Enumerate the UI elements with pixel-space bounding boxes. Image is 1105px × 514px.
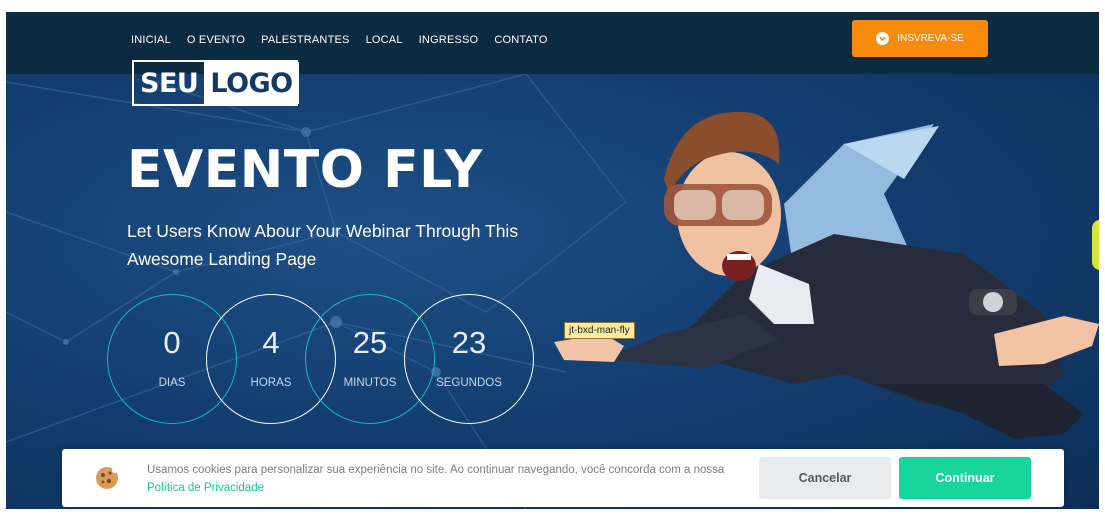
privacy-policy-link[interactable]: Política de Privacidade — [147, 482, 264, 494]
cookie-message-text: Usamos cookies para personalizar sua exp… — [147, 464, 725, 476]
cookie-message: Usamos cookies para personalizar sua exp… — [147, 461, 737, 497]
cancel-button[interactable]: Cancelar — [759, 457, 891, 499]
nav-item-local[interactable]: LOCAL — [366, 34, 403, 46]
chevron-down-icon — [876, 32, 890, 45]
hero-title: EVENTO FLY — [127, 140, 483, 200]
countdown-seconds: 23 SEGUNDOS — [404, 294, 534, 424]
cookie-icon — [96, 467, 118, 489]
site-logo[interactable]: SEU LOGO — [132, 60, 299, 106]
side-edge-widget[interactable] — [1092, 220, 1099, 270]
cookie-consent-banner: Usamos cookies para personalizar sua exp… — [62, 449, 1064, 507]
nav-item-palestrantes[interactable]: PALESTRANTES — [261, 34, 349, 46]
main-nav: INICIAL O EVENTO PALESTRANTES LOCAL INGR… — [131, 34, 548, 46]
countdown-seconds-value: 23 — [451, 325, 487, 360]
nav-item-contato[interactable]: CONTATO — [494, 34, 547, 46]
subscribe-button-label: INSVREVA-SE — [897, 33, 964, 44]
page-frame: INICIAL O EVENTO PALESTRANTES LOCAL INGR… — [6, 12, 1099, 509]
continue-button[interactable]: Continuar — [899, 457, 1031, 499]
flying-man-image — [554, 111, 1099, 439]
logo-part-1: SEU — [140, 68, 199, 99]
nav-item-ingresso[interactable]: INGRESSO — [419, 34, 479, 46]
logo-part-2: LOGO — [204, 62, 299, 104]
countdown-seconds-label: SEGUNDOS — [436, 377, 502, 389]
image-label-tag: jt-bxd-man-fly — [564, 322, 635, 339]
nav-item-o-evento[interactable]: O EVENTO — [187, 34, 245, 46]
hero-subtitle: Let Users Know Abour Your Webinar Throug… — [127, 221, 519, 269]
nav-item-inicial[interactable]: INICIAL — [131, 34, 171, 46]
subscribe-button[interactable]: INSVREVA-SE — [852, 20, 988, 57]
